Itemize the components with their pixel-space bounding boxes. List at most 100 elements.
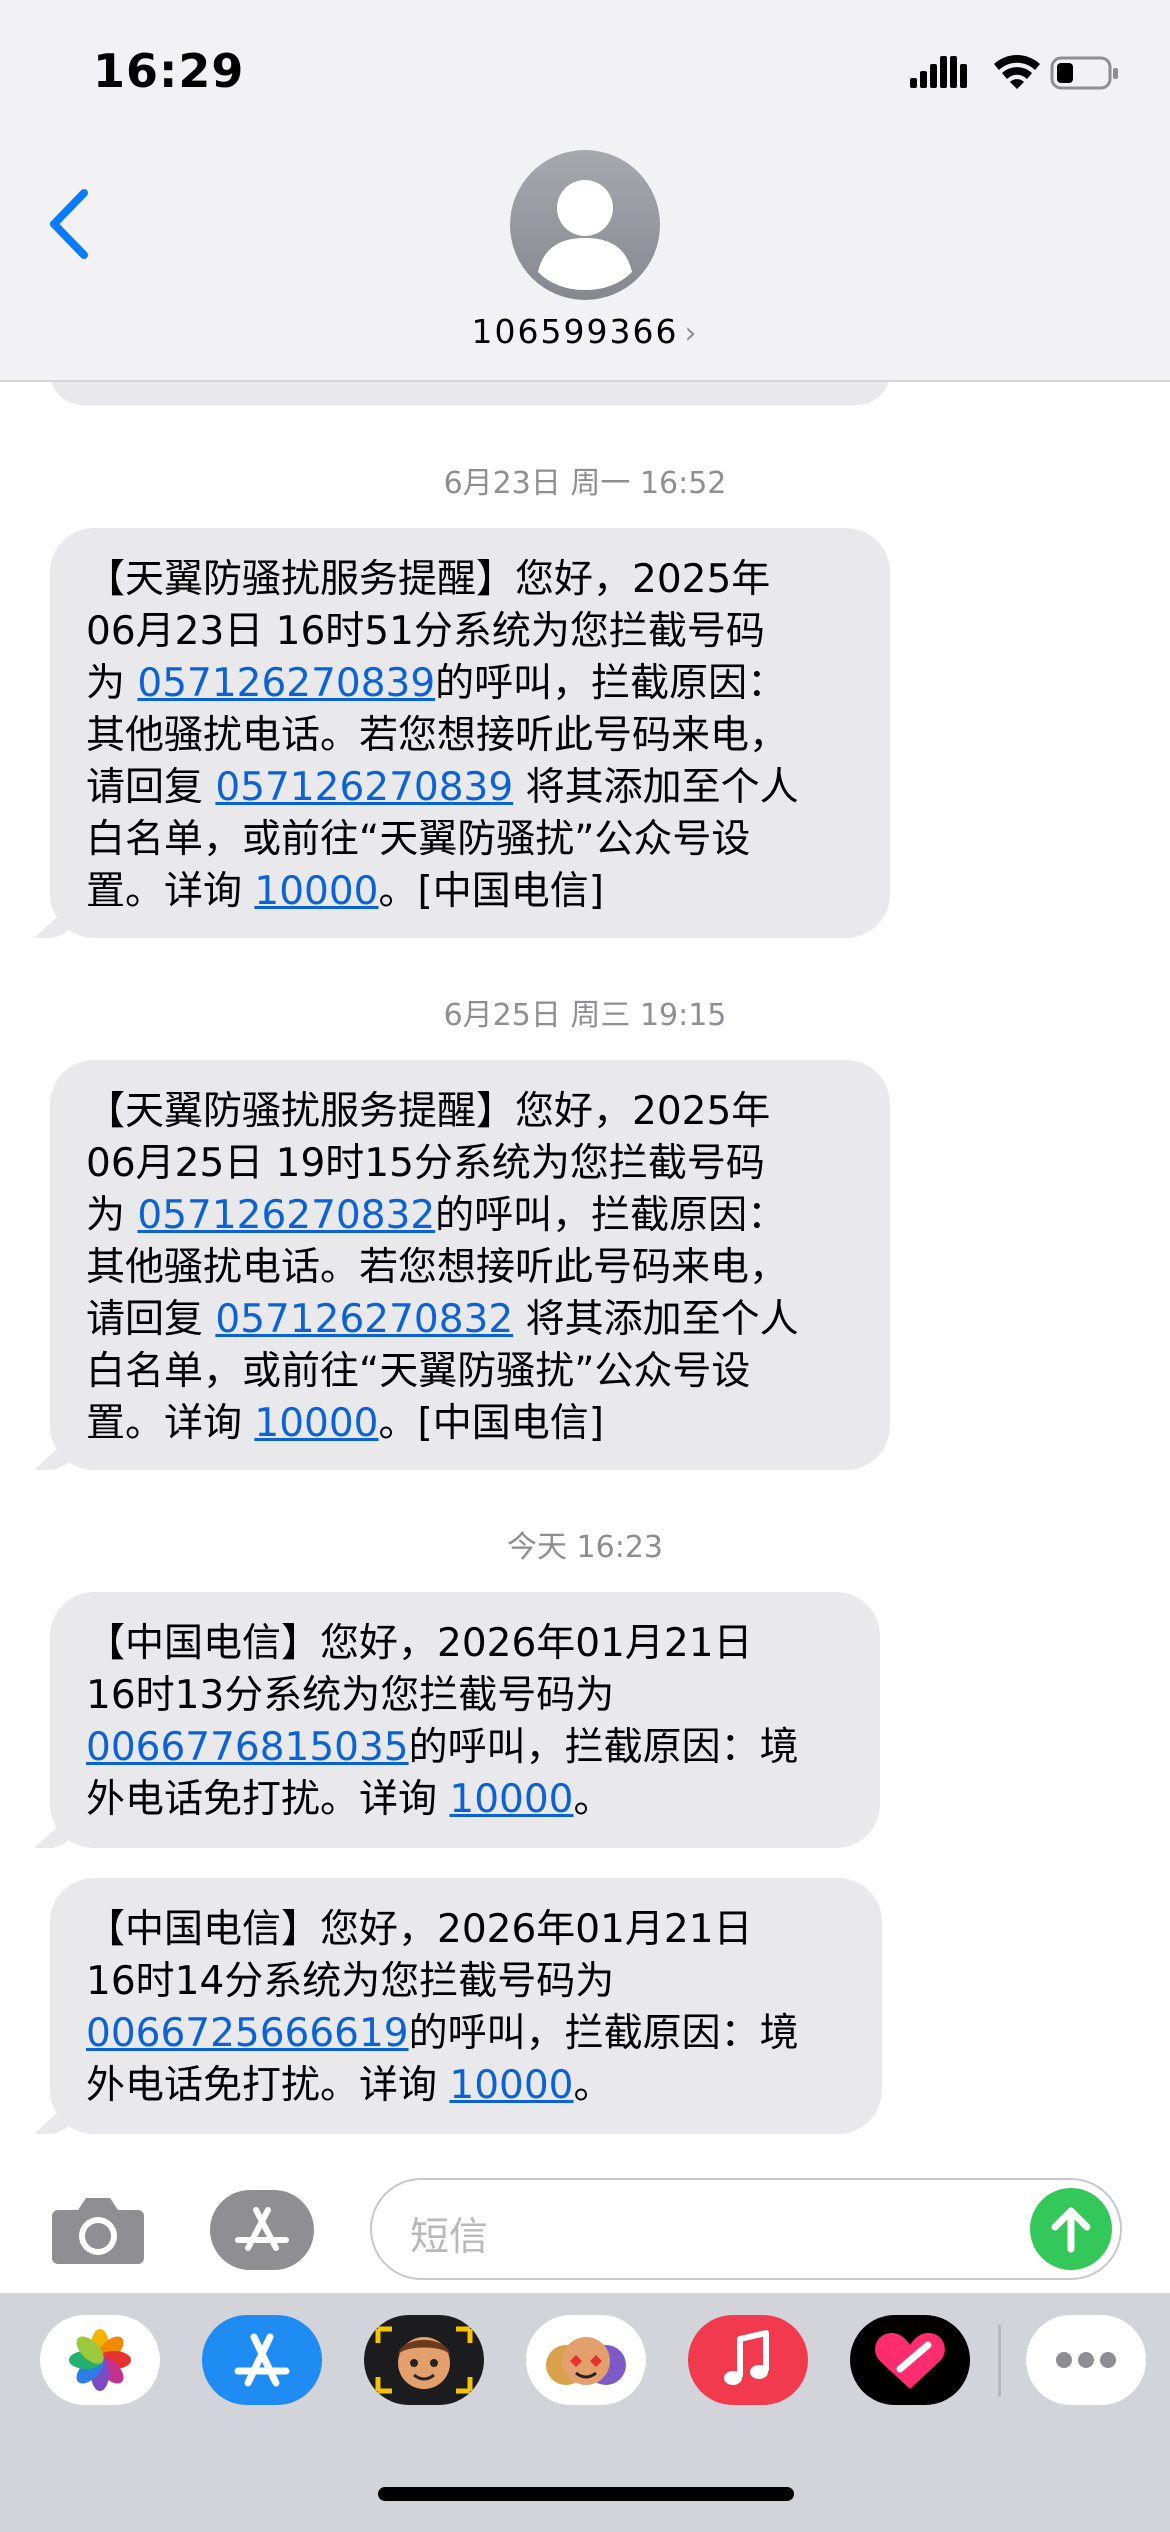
contact-name[interactable]: 106599366 › (0, 312, 1170, 351)
more-icon (1056, 2352, 1116, 2368)
message-text: 请回复 (86, 765, 216, 810)
message-text: 。[中国电信] (378, 1401, 604, 1446)
message-bubble[interactable]: 【中国电信】您好，2026年01月21日 16时13分系统为您拦截号码为 00667… (34, 1592, 880, 1848)
contact-avatar[interactable] (510, 150, 660, 300)
photos-app-button[interactable] (40, 2315, 160, 2405)
phone-link[interactable]: 10000 (254, 1401, 378, 1446)
message-text: 16时14分系统为您拦截号码为 (86, 1959, 615, 2004)
phone-link[interactable]: 057126270839 (215, 765, 513, 810)
chevron-right-icon: › (684, 316, 699, 351)
phone-link[interactable]: 057126270832 (215, 1297, 513, 1342)
app-store-icon (235, 2207, 289, 2251)
message-line: 06月25日 19时15分系统为您拦截号码 (86, 1138, 854, 1190)
timestamp-1: 6月23日 周一 16:52 (443, 466, 727, 501)
status-icons (910, 55, 1118, 90)
message-text: 将其添加至个人 (513, 765, 799, 810)
message-text: 白名单，或前往“天翼防骚扰”公众号设 (86, 817, 751, 862)
home-indicator (378, 2487, 794, 2501)
music-icon (724, 2330, 769, 2385)
message-text: 16时13分系统为您拦截号码为 (86, 1673, 615, 1718)
signal-icon (910, 56, 967, 88)
wifi-icon (994, 55, 1040, 89)
drawer-divider (998, 2325, 1001, 2397)
message-line: 其他骚扰电话。若您想接听此号码来电， (86, 710, 854, 762)
message-line: 为 057126270832的呼叫，拦截原因： (86, 1190, 854, 1242)
camera-button[interactable] (50, 2190, 146, 2268)
message-text: 的呼叫，拦截原因：境 (408, 2011, 799, 2056)
message-line: 外电话免打扰。详询 10000。 (86, 2060, 846, 2112)
message-line: 【天翼防骚扰服务提醒】您好，2025年 (86, 554, 854, 606)
message-text: 的呼叫，拦截原因： (435, 661, 787, 706)
message-line: 16时13分系统为您拦截号码为 (86, 1670, 844, 1722)
message-line: 0066725666619的呼叫，拦截原因：境 (86, 2008, 846, 2060)
phone-link[interactable]: 0066725666619 (86, 2011, 409, 2056)
message-text: 外电话免打扰。详询 (86, 1777, 450, 1822)
message-bubble[interactable]: 【天翼防骚扰服务提醒】您好，2025年 06月23日 16时51分系统为您拦截号码… (34, 528, 890, 938)
message-text: 【中国电信】您好，2026年01月21日 (86, 1621, 753, 1666)
phone-link[interactable]: 057126270839 (137, 661, 435, 706)
message-text: 外电话免打扰。详询 (86, 2063, 450, 2108)
phone-link[interactable]: 057126270832 (137, 1193, 435, 1238)
message-line: 白名单，或前往“天翼防骚扰”公众号设 (86, 814, 854, 866)
message-bubble[interactable]: 【天翼防骚扰服务提醒】您好，2025年 06月25日 19时15分系统为您拦截号码… (34, 1060, 890, 1470)
message-text: 其他骚扰电话。若您想接听此号码来电， (86, 1245, 789, 1290)
back-button[interactable] (42, 185, 96, 263)
phone-link[interactable]: 10000 (449, 1777, 573, 1822)
message-text: 其他骚扰电话。若您想接听此号码来电， (86, 713, 789, 758)
message-text: 置。详询 (86, 1401, 255, 1446)
message-line: 16时14分系统为您拦截号码为 (86, 1956, 846, 2008)
app-store-icon (234, 2333, 290, 2387)
app-store-app-button[interactable] (202, 2315, 322, 2405)
digital-touch-app-button[interactable] (850, 2315, 970, 2405)
message-line: 为 057126270839的呼叫，拦截原因： (86, 658, 854, 710)
message-text: 【天翼防骚扰服务提醒】您好，2025年 (86, 1089, 771, 1134)
message-text: 【中国电信】您好，2026年01月21日 (86, 1907, 753, 1952)
conversation-header: 16:29 106599366 › (0, 0, 1170, 382)
message-text: 。[中国电信] (378, 869, 604, 914)
memoji-icon (375, 2326, 473, 2394)
status-time: 16:29 (93, 44, 245, 98)
animoji-app-button[interactable] (526, 2315, 646, 2405)
message-bubble[interactable]: 【中国电信】您好，2026年01月21日 16时14分系统为您拦截号码为 00667… (34, 1878, 882, 2134)
message-text: 06月23日 16时51分系统为您拦截号码 (86, 609, 765, 654)
memoji-app-button[interactable] (364, 2315, 484, 2405)
battery-icon (1050, 56, 1118, 90)
timestamp-3: 今天 16:23 (506, 1530, 663, 1565)
message-text: 将其添加至个人 (513, 1297, 799, 1342)
message-line: 外电话免打扰。详询 10000。 (86, 1774, 844, 1826)
message-line: 【天翼防骚扰服务提醒】您好，2025年 (86, 1086, 854, 1138)
send-button[interactable] (1030, 2188, 1112, 2270)
more-apps-button[interactable] (1026, 2315, 1146, 2405)
message-line: 请回复 057126270832 将其添加至个人 (86, 1294, 854, 1346)
person-icon (538, 180, 632, 290)
digital-touch-icon (875, 2333, 945, 2389)
phone-link[interactable]: 10000 (254, 869, 378, 914)
animoji-icon (546, 2337, 626, 2385)
message-line: 白名单，或前往“天翼防骚扰”公众号设 (86, 1346, 854, 1398)
message-text: 的呼叫，拦截原因：境 (408, 1725, 799, 1770)
message-text: 【天翼防骚扰服务提醒】您好，2025年 (86, 557, 771, 602)
message-line: 【中国电信】您好，2026年01月21日 (86, 1618, 844, 1670)
message-text: 为 (86, 661, 138, 706)
message-line: 置。详询 10000。[中国电信] (86, 866, 854, 918)
message-text: 请回复 (86, 1297, 216, 1342)
photos-icon (69, 2329, 131, 2391)
music-app-button[interactable] (688, 2315, 808, 2405)
message-input[interactable]: 短信 (370, 2178, 1122, 2280)
message-line: 06月23日 16时51分系统为您拦截号码 (86, 606, 854, 658)
message-text: 置。详询 (86, 869, 255, 914)
timestamp-2: 6月25日 周三 19:15 (443, 998, 727, 1033)
message-line: 其他骚扰电话。若您想接听此号码来电， (86, 1242, 854, 1294)
phone-link[interactable]: 0066776815035 (86, 1725, 409, 1770)
message-text: 06月25日 19时15分系统为您拦截号码 (86, 1141, 765, 1186)
message-text: 的呼叫，拦截原因： (435, 1193, 787, 1238)
app-store-button[interactable] (210, 2190, 314, 2270)
message-input-placeholder: 短信 (410, 2215, 489, 2260)
message-line: 置。详询 10000。[中国电信] (86, 1398, 854, 1450)
message-text: 。 (573, 1777, 613, 1822)
message-text: 。 (573, 2063, 613, 2108)
message-line: 请回复 057126270839 将其添加至个人 (86, 762, 854, 814)
message-text: 为 (86, 1193, 138, 1238)
message-text: 白名单，或前往“天翼防骚扰”公众号设 (86, 1349, 751, 1394)
phone-link[interactable]: 10000 (449, 2063, 573, 2108)
